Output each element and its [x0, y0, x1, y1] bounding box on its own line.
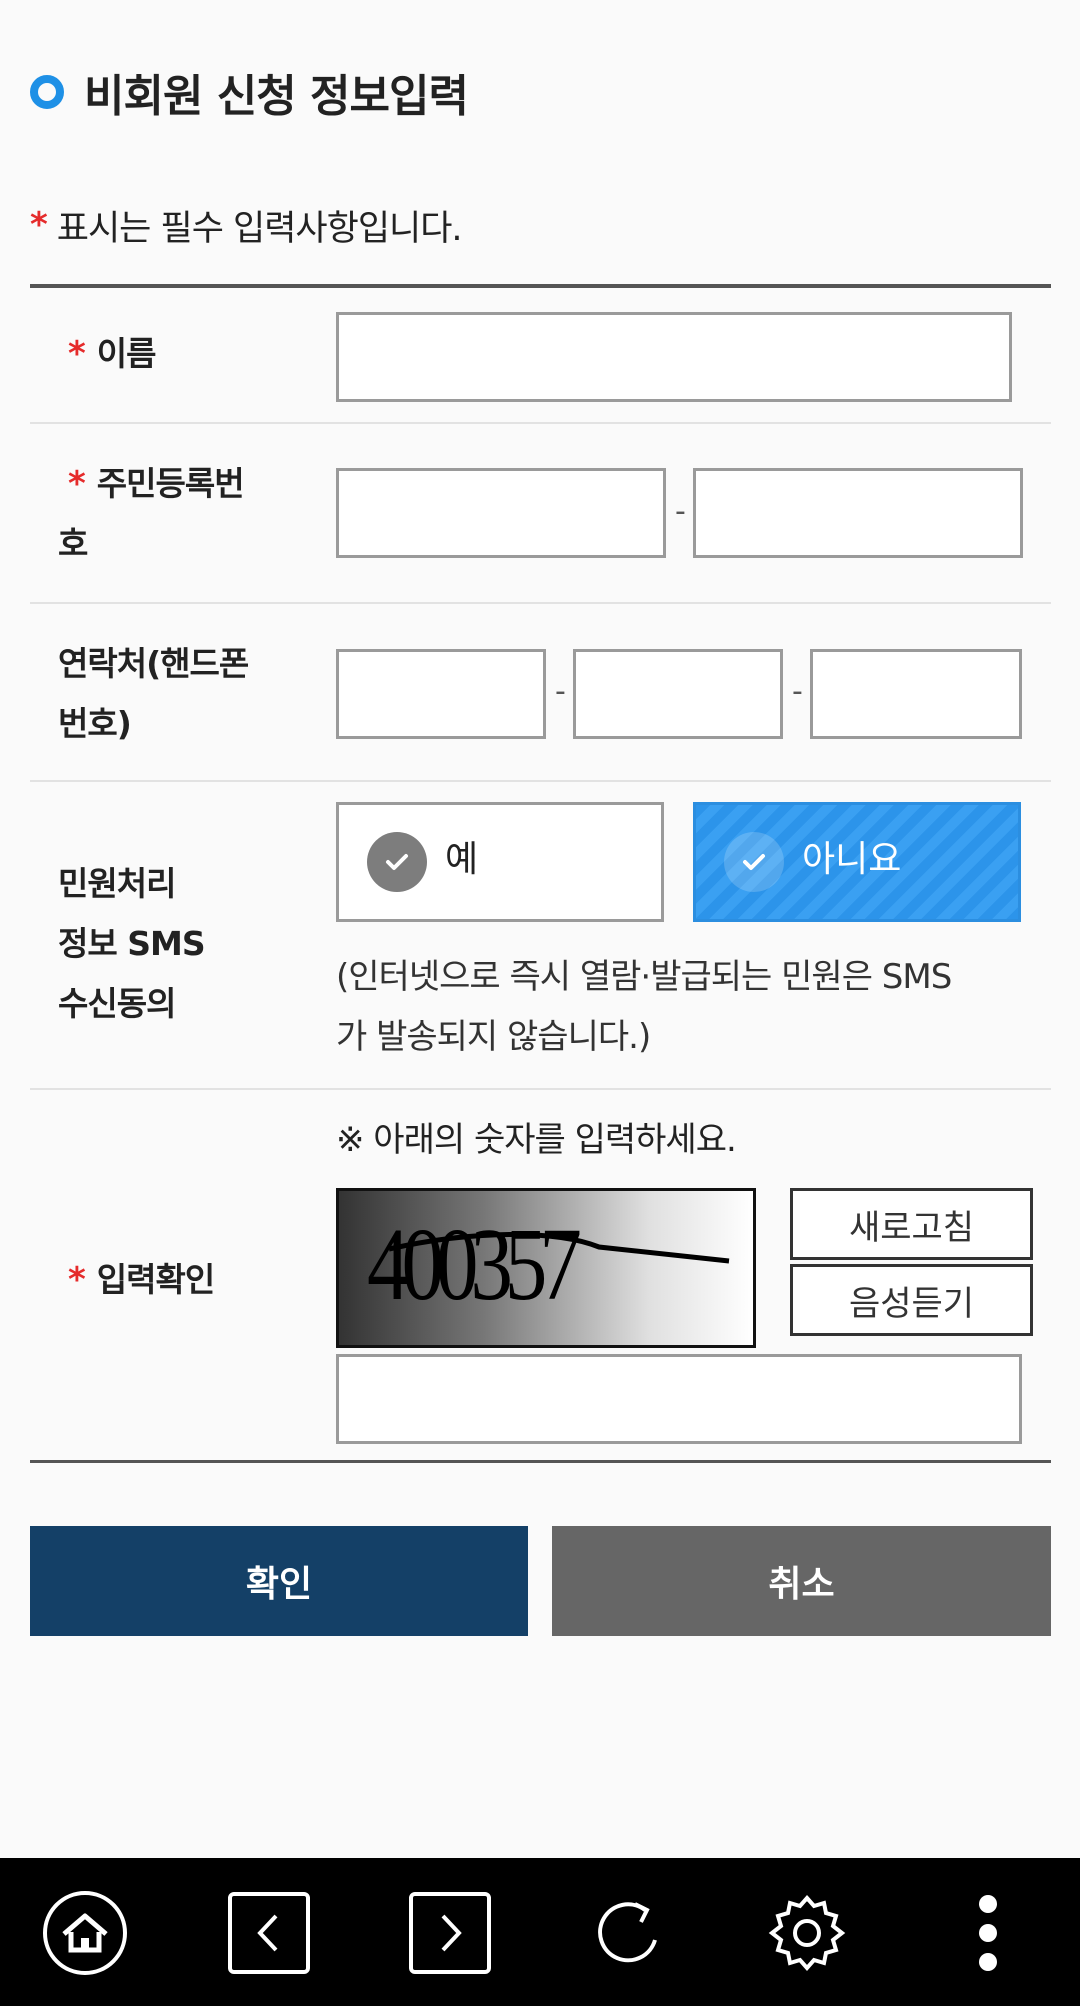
rrn-row: * 주민등록번 호 -	[30, 424, 1051, 604]
check-circle-icon	[367, 832, 427, 892]
required-note-text: 표시는 필수 입력사항입니다.	[56, 208, 463, 249]
required-star-icon: *	[68, 1260, 86, 1300]
sms-note-line1: (인터넷으로 즉시 열람·발급되는 민원은 SMS	[336, 957, 952, 997]
settings-icon[interactable]	[762, 1888, 852, 1978]
sms-note-line2: 가 발송되지 않습니다.)	[336, 1017, 651, 1057]
name-label-text: 이름	[96, 334, 157, 373]
phone-part2-input[interactable]	[573, 649, 783, 739]
cancel-button[interactable]: 취소	[552, 1526, 1051, 1636]
check-circle-icon	[724, 832, 784, 892]
rrn-label: * 주민등록번	[68, 454, 245, 514]
separator: -	[675, 494, 686, 529]
phone-part3-input[interactable]	[810, 649, 1022, 739]
section-title: 비회원 신청 정보입력	[30, 62, 469, 122]
rrn-label-line2: 호	[58, 524, 88, 563]
name-row: * 이름	[30, 288, 1051, 424]
sms-label-line3: 수신동의	[58, 984, 176, 1023]
sms-option-yes-label: 예	[445, 839, 479, 880]
required-star-icon: *	[68, 464, 86, 504]
browser-navbar	[0, 1858, 1080, 2006]
captcha-hint: ※ 아래의 숫자를 입력하세요.	[336, 1120, 737, 1160]
phone-label-line2: 번호)	[58, 704, 132, 743]
required-note: * 표시는 필수 입력사항입니다.	[30, 200, 463, 250]
page-title: 비회원 신청 정보입력	[84, 71, 469, 122]
sms-note: (인터넷으로 즉시 열람·발급되는 민원은 SMS 가 발송되지 않습니다.)	[336, 947, 1036, 1067]
separator: -	[555, 674, 566, 709]
back-icon[interactable]	[224, 1888, 314, 1978]
separator: -	[792, 674, 803, 709]
captcha-label-text: 입력확인	[96, 1260, 215, 1299]
captcha-audio-button[interactable]: 음성듣기	[790, 1264, 1033, 1336]
name-input[interactable]	[336, 312, 1012, 402]
phone-label-line1: 연락처(핸드폰	[58, 644, 249, 683]
captcha-image: 400357	[336, 1188, 756, 1348]
confirm-button[interactable]: 확인	[30, 1526, 528, 1636]
phone-part1-input[interactable]	[336, 649, 546, 739]
application-form: * 이름 * 주민등록번 호 - 연락처(핸드폰 번호) - - 민원처리 정보…	[30, 284, 1051, 1463]
captcha-text: 400357	[367, 1207, 582, 1322]
name-label: * 이름	[68, 324, 157, 384]
rrn-front-input[interactable]	[336, 468, 666, 558]
page: 비회원 신청 정보입력 * 표시는 필수 입력사항입니다. * 이름 * 주민등록번…	[0, 0, 1080, 1858]
sms-consent-row: 민원처리 정보 SMS 수신동의 예 아니요 (인터넷으로 즉시 열람·발급되는…	[30, 782, 1051, 1090]
rrn-label-line1: 주민등록번	[96, 464, 245, 503]
captcha-input[interactable]	[336, 1354, 1022, 1444]
home-icon[interactable]	[40, 1888, 130, 1978]
phone-row: 연락처(핸드폰 번호) - -	[30, 604, 1051, 782]
captcha-refresh-button[interactable]: 새로고침	[790, 1188, 1033, 1260]
forward-icon[interactable]	[405, 1888, 495, 1978]
captcha-row: * 입력확인 ※ 아래의 숫자를 입력하세요. 400357 새로고침 음성듣기	[30, 1090, 1051, 1460]
required-star-icon: *	[68, 334, 86, 374]
refresh-icon[interactable]	[585, 1888, 675, 1978]
circle-bullet-icon	[30, 75, 64, 109]
sms-label-line1: 민원처리	[58, 864, 176, 903]
sms-option-no-label: 아니요	[802, 839, 902, 880]
required-star-icon: *	[30, 205, 48, 245]
sms-label-line2: 정보 SMS	[58, 924, 206, 963]
more-icon[interactable]	[943, 1888, 1033, 1978]
sms-option-no[interactable]: 아니요	[693, 802, 1021, 922]
sms-option-yes[interactable]: 예	[336, 802, 664, 922]
rrn-back-input[interactable]	[693, 468, 1023, 558]
captcha-label: * 입력확인	[68, 1250, 215, 1310]
